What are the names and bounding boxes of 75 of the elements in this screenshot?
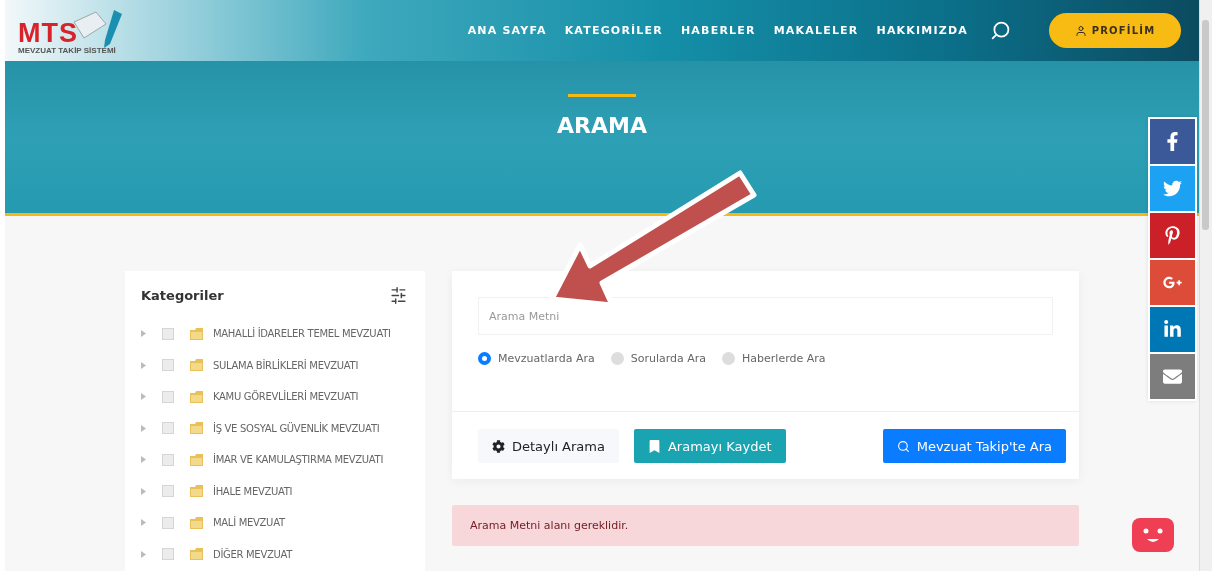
tree-checkbox[interactable] [162, 422, 174, 435]
share-button[interactable] [1150, 166, 1195, 211]
expand-caret-icon[interactable] [141, 550, 146, 558]
logo-title: MTS [18, 20, 78, 47]
chat-icon[interactable] [1132, 518, 1174, 552]
category-item[interactable]: İŞ VE SOSYAL GÜVENLİK MEVZUATI [213, 422, 380, 434]
search-scope-option[interactable]: Haberlerde Ara [722, 352, 826, 365]
folder-icon [190, 422, 203, 435]
search-scope-option[interactable]: Sorularda Ara [610, 352, 707, 365]
share-button[interactable] [1150, 260, 1195, 305]
nav-link[interactable]: MAKALELER [773, 24, 859, 38]
expand-caret-icon[interactable] [141, 361, 146, 369]
category-item[interactable]: KAMU GÖREVLİLERİ MEVZUATI [213, 391, 359, 403]
folder-icon [190, 548, 203, 561]
linkedin-icon [1163, 320, 1182, 339]
expand-caret-icon[interactable] [141, 456, 146, 464]
tree-checkbox[interactable] [162, 453, 174, 466]
nav-link[interactable]: KATEGORİLER [564, 24, 663, 38]
radio-dot[interactable] [722, 352, 736, 365]
tree-checkbox[interactable] [162, 327, 174, 340]
option-label: Mevzuatlarda Ara [498, 352, 595, 365]
bookmark-icon [647, 439, 661, 453]
expand-caret-icon[interactable] [141, 519, 146, 527]
folder-icon [190, 327, 203, 340]
share-button[interactable] [1150, 307, 1195, 352]
tree-checkbox[interactable] [162, 485, 174, 498]
option-label: Haberlerde Ara [742, 352, 826, 365]
folder-icon [190, 453, 203, 466]
envelope-icon [1163, 367, 1182, 386]
save-search-button[interactable]: Aramayı Kaydet [633, 429, 786, 463]
detailed-search-button[interactable]: Detaylı Arama [478, 429, 619, 463]
nav-link[interactable]: HABERLER [680, 24, 756, 38]
expand-caret-icon[interactable] [141, 393, 146, 401]
search-scope-option[interactable]: Mevzuatlarda Ara [478, 352, 595, 365]
title-accent [568, 94, 636, 98]
share-button[interactable] [1150, 119, 1195, 164]
category-item[interactable]: İMAR VE KAMULAŞTIRMA MEVZUATI [213, 454, 384, 466]
search-button[interactable]: Mevzuat Takip'te Ara [882, 429, 1066, 463]
category-item[interactable]: DİĞER MEVZUAT [213, 548, 293, 560]
radio-dot[interactable] [610, 352, 624, 365]
folder-icon [190, 359, 203, 372]
expand-caret-icon[interactable] [141, 330, 146, 338]
folder-icon [190, 516, 203, 529]
share-button[interactable] [1150, 213, 1195, 258]
search-input[interactable]: Arama Metni [478, 297, 1053, 335]
error-alert: Arama Metni alanı gereklidir. [452, 505, 1079, 546]
tree-checkbox[interactable] [162, 359, 174, 372]
folder-icon [190, 390, 203, 403]
user-icon [1074, 24, 1087, 37]
option-label: Sorularda Ara [630, 352, 707, 365]
gear-icon [492, 439, 505, 453]
category-item[interactable]: MAHALLİ İDARELER TEMEL MEVZUATI [213, 328, 391, 340]
expand-caret-icon[interactable] [141, 487, 146, 495]
profile-button[interactable]: PROFİLİM [1049, 13, 1181, 49]
radio-dot[interactable] [478, 352, 491, 365]
folder-icon [190, 485, 203, 498]
logo-subtitle: MEVZUAT TAKİP SİSTEMİ [18, 46, 116, 56]
pinterest-icon [1163, 226, 1182, 245]
nav-link[interactable]: HAKKIMIZDA [876, 24, 968, 38]
tree-checkbox[interactable] [162, 516, 174, 529]
filter-icon[interactable] [390, 287, 407, 304]
expand-caret-icon[interactable] [141, 424, 146, 432]
category-item[interactable]: MALİ MEVZUAT [213, 517, 285, 529]
page-title: ARAMA [557, 113, 647, 139]
search-icon [896, 439, 910, 453]
scrollbar[interactable] [1199, 0, 1212, 571]
nav-link[interactable]: ANA SAYFA [467, 24, 547, 38]
twitter-icon [1163, 179, 1182, 198]
tree-checkbox[interactable] [162, 390, 174, 403]
category-item[interactable]: İHALE MEVZUATI [213, 485, 293, 497]
category-item[interactable]: SULAMA BİRLİKLERİ MEVZUATI [213, 359, 359, 371]
panel-title: Kategoriler [141, 288, 224, 303]
search-icon[interactable] [990, 20, 1011, 42]
share-button[interactable] [1150, 354, 1195, 399]
tree-checkbox[interactable] [162, 548, 174, 561]
